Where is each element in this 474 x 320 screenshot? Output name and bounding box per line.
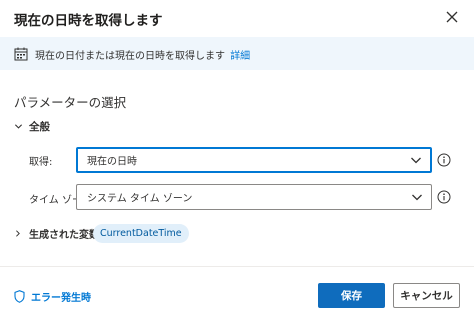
cancel-button[interactable]: キャンセル: [393, 283, 460, 308]
chevron-down-icon: [411, 157, 421, 164]
section-title: パラメーターの選択: [14, 95, 127, 110]
get-select-value: 現在の日時: [87, 156, 137, 168]
info-banner: 現在の日付または現在の日時を取得します 詳細: [0, 37, 474, 70]
timezone-select-value: システム タイム ゾーン: [87, 193, 193, 205]
on-error-button[interactable]: エラー発生時: [14, 289, 91, 304]
get-label: 取得:: [29, 157, 53, 168]
close-icon[interactable]: [444, 9, 460, 25]
shield-icon: [14, 290, 25, 303]
details-link[interactable]: 詳細: [230, 51, 250, 62]
get-select[interactable]: 現在の日時: [76, 147, 432, 173]
info-icon[interactable]: [437, 153, 451, 167]
dialog-title: 現在の日時を取得します: [14, 13, 163, 29]
generated-variables-label: 生成された変数: [29, 230, 99, 241]
info-icon[interactable]: [437, 190, 451, 204]
calendar-icon: [14, 47, 28, 61]
chevron-down-icon: [14, 124, 23, 129]
chevron-down-icon: [412, 194, 422, 201]
banner-description: 現在の日付または現在の日時を取得します: [35, 51, 225, 62]
general-group-toggle[interactable]: 全般: [14, 119, 50, 134]
chevron-right-icon: [16, 230, 20, 237]
general-group-label: 全般: [29, 121, 50, 133]
variable-chip[interactable]: CurrentDateTime: [93, 224, 189, 243]
footer-divider: [0, 266, 474, 267]
save-button[interactable]: 保存: [318, 283, 385, 308]
generated-variables-toggle[interactable]: 生成された変数: [14, 226, 99, 241]
on-error-label: エラー発生時: [31, 293, 91, 304]
timezone-select[interactable]: システム タイム ゾーン: [76, 184, 432, 210]
